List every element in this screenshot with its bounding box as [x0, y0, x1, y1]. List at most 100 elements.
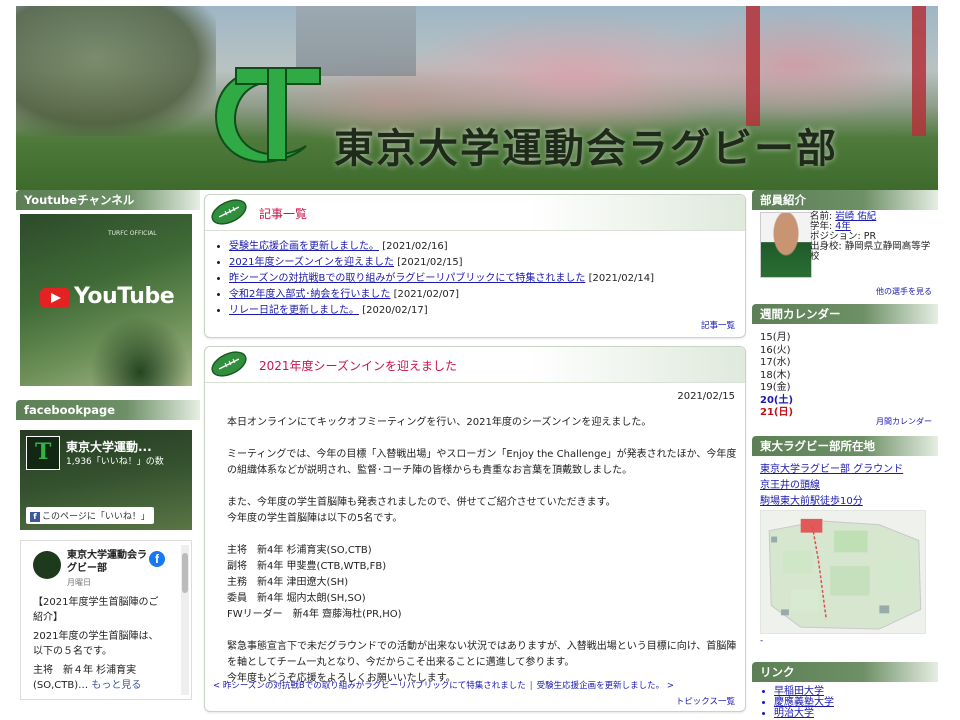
calendar-day[interactable]: 16(火)	[760, 345, 793, 358]
article-paragraph: また、今年度の学生首脳陣も発表されましたので、併せてご紹介させていただきます。今…	[227, 495, 737, 527]
article-paragraph: ミーティングでは、今年の目標「入替戦出場」やスローガン「Enjoy the Ch…	[227, 449, 737, 476]
links-section: リンク 早稲田大学 慶應義塾大学 明治大学	[752, 662, 938, 719]
news-link[interactable]: 受験生応援企画を更新しました。	[229, 241, 379, 252]
news-date: [2021/02/07]	[393, 289, 460, 300]
club-location: 東大ラグビー部所在地 東京大学ラグビー部 グラウンド 京王井の頭線 駒場東大前駅…	[752, 436, 938, 656]
topics-index-link[interactable]: トピックス一覧	[676, 695, 735, 707]
calendar-day[interactable]: 15(月)	[760, 332, 793, 345]
facebook-page-widget[interactable]: 東京大学運動... 1,936「いいね！」の数 fこのページに「いいね！」	[20, 430, 192, 530]
monthly-calendar-link[interactable]: 月間カレンダー	[876, 416, 932, 427]
calendar-day[interactable]: 17(水)	[760, 357, 793, 370]
facebook-post: 東京大学運動会ラグビー部 月曜日 f 【2021年度学生首脳陣のご紹介】 202…	[20, 540, 192, 700]
fb-see-more-link[interactable]: もっと見る	[91, 680, 141, 691]
news-card-header: 記事一覧	[205, 195, 745, 231]
article-text: 緊急事態宣言下で未だグラウンドでの活動が出来ない状況ではありますが、入替戦出場と…	[227, 641, 737, 668]
facebook-heading: facebookpage	[16, 400, 200, 420]
player-school: 出身校: 静岡県立静岡高等学校	[810, 241, 931, 262]
news-list-card: 記事一覧 受験生応援企画を更新しました。 [2021/02/16] 2021年度…	[204, 194, 746, 338]
nav-separator: |	[529, 681, 533, 691]
news-index-link[interactable]: 記事一覧	[701, 319, 735, 331]
news-date: [2021/02/15]	[397, 257, 463, 268]
fb-post-scrollbar[interactable]	[181, 545, 189, 695]
next-article-link[interactable]: 受験生応援企画を更新しました。 >	[537, 681, 674, 691]
list-item: リレー日記を更新しました。 [2020/02/17]	[229, 303, 654, 319]
article-body: 本日オンラインにてキックオフミーティングを行い、2021年度のシーズンインを迎え…	[227, 415, 737, 703]
youtube-channel-thumbnail[interactable]: TURFC OFFICIAL YouTube	[20, 214, 192, 386]
fb-post-body: 【2021年度学生首脳陣のご紹介】 2021年度の学生首脳陣は、以下の５名です。…	[33, 595, 163, 697]
roster-line: FWリーダー 新4年 齋藤海杜(PR,HO)	[227, 609, 402, 620]
profile-heading: 部員紹介	[752, 190, 938, 210]
player-info: 名前: 岩崎 佑紀 学年: 4年 ポジション: PR 出身校: 静岡県立静岡高等…	[810, 212, 932, 262]
left-sidebar: Youtubeチャンネル TURFC OFFICIAL YouTube face…	[16, 190, 200, 700]
roster-line: 委員 新4年 堀内太朗(SH,SO)	[227, 593, 366, 604]
calendar-day-saturday[interactable]: 20(土)	[760, 395, 793, 408]
location-station[interactable]: 駒場東大前駅徒歩10分	[760, 494, 903, 510]
fb-like-label: このページに「いいね！」	[42, 512, 150, 522]
news-link[interactable]: リレー日記を更新しました。	[229, 305, 359, 316]
prev-article-link[interactable]: < 昨シーズンの対抗戦Bでの取り組みがラグビーリパブリックにて特集されました	[213, 681, 526, 691]
article-paragraph: 本日オンラインにてキックオフミーティングを行い、2021年度のシーズンインを迎え…	[227, 417, 652, 428]
location-train-line[interactable]: 京王井の頭線	[760, 478, 903, 494]
location-heading: 東大ラグビー部所在地	[752, 436, 938, 456]
player-photo[interactable]	[760, 212, 812, 278]
calendar-days: 15(月) 16(火) 17(水) 18(木) 19(金) 20(土) 21(日…	[760, 332, 793, 420]
rugby-post	[746, 6, 760, 126]
fb-post-page-name[interactable]: 東京大学運動会ラグビー部	[67, 549, 147, 575]
article-card: 2021年度シーズンインを迎えました 2021/02/15 本日オンラインにてキ…	[204, 346, 746, 712]
list-item: 受験生応援企画を更新しました。 [2021/02/16]	[229, 239, 654, 255]
banner-trees	[16, 6, 216, 136]
fb-page-logo-icon	[26, 436, 60, 470]
article-title: 2021年度シーズンインを迎えました	[259, 359, 457, 373]
article-card-header: 2021年度シーズンインを迎えました	[205, 347, 745, 383]
other-players-link[interactable]: 他の選手を見る	[876, 286, 932, 297]
list-item[interactable]: 慶應義塾大学	[774, 697, 938, 708]
links-list: 早稲田大学 慶應義塾大学 明治大学	[752, 682, 938, 719]
list-item[interactable]: 早稲田大学	[774, 686, 938, 697]
right-sidebar: 部員紹介 名前: 岩崎 佑紀 学年: 4年 ポジション: PR 出身校: 静岡県…	[752, 190, 938, 720]
list-item[interactable]: 明治大学	[774, 708, 938, 719]
fb-page-name[interactable]: 東京大学運動...	[66, 438, 152, 455]
news-date: [2021/02/16]	[382, 241, 448, 252]
article-pagination: < 昨シーズンの対抗戦Bでの取り組みがラグビーリパブリックにて特集されました | 受…	[213, 679, 674, 691]
campus-map[interactable]	[760, 510, 926, 634]
fb-like-count: 1,936「いいね！」の数	[66, 457, 164, 467]
players-photo	[90, 316, 190, 386]
youtube-play-icon	[40, 288, 70, 308]
news-link[interactable]: 昨シーズンの対抗戦Bでの取り組みがラグビーリパブリックにて特集されました	[229, 273, 585, 284]
facebook-icon[interactable]: f	[149, 551, 165, 567]
youtube-heading: Youtubeチャンネル	[16, 190, 200, 210]
location-dash: -	[760, 636, 764, 646]
calendar-day-sunday[interactable]: 21(日)	[760, 407, 793, 420]
news-list: 受験生応援企画を更新しました。 [2021/02/16] 2021年度シーズンイ…	[229, 239, 654, 319]
list-item: 2021年度シーズンインを迎えました [2021/02/15]	[229, 255, 654, 271]
roster-line: 副将 新4年 甲斐豊(CTB,WTB,FB)	[227, 561, 387, 572]
fb-post-avatar[interactable]	[33, 551, 61, 579]
fb-post-date: 月曜日	[67, 578, 91, 587]
calendar-day[interactable]: 19(金)	[760, 382, 793, 395]
news-link[interactable]: 令和2年度入部式･納会を行いました	[229, 289, 390, 300]
rugby-ball-icon	[211, 351, 247, 377]
location-ground-link[interactable]: 東京大学ラグビー部 グラウンド	[760, 462, 903, 478]
roster: 主将 新4年 杉浦育実(SO,CTB) 副将 新4年 甲斐豊(CTB,WTB,F…	[227, 543, 737, 623]
fb-post-line: 2021年度の学生首脳陣は、以下の５名です。	[33, 631, 159, 657]
weekly-calendar: 週間カレンダー 15(月) 16(火) 17(水) 18(木) 19(金) 20…	[752, 304, 938, 428]
news-title: 記事一覧	[259, 207, 308, 221]
fb-post-line: 【2021年度学生首脳陣のご紹介】	[33, 597, 159, 623]
fb-post-line: 主将 新４年 杉浦育実(SO,CTB)… もっと見る	[33, 663, 163, 693]
list-item: 令和2年度入部式･納会を行いました [2021/02/07]	[229, 287, 654, 303]
list-item: 昨シーズンの対抗戦Bでの取り組みがラグビーリパブリックにて特集されました [20…	[229, 271, 654, 287]
article-text: 今年度の学生首脳陣は以下の5名です。	[227, 513, 403, 524]
rugby-ball-icon	[211, 199, 247, 225]
fb-small-icon: f	[30, 512, 40, 522]
news-date: [2020/02/17]	[362, 305, 428, 316]
calendar-day[interactable]: 18(木)	[760, 370, 793, 383]
site-title: 東京大学運動会ラグビー部	[334, 125, 838, 172]
news-link[interactable]: 2021年度シーズンインを迎えました	[229, 257, 394, 268]
calendar-heading: 週間カレンダー	[752, 304, 938, 324]
location-lines: 東京大学ラグビー部 グラウンド 京王井の頭線 駒場東大前駅徒歩10分	[760, 462, 903, 510]
fb-like-button[interactable]: f このページに「いいね！」	[26, 507, 154, 524]
member-profile: 部員紹介 名前: 岩崎 佑紀 学年: 4年 ポジション: PR 出身校: 静岡県…	[752, 190, 938, 296]
news-date: [2021/02/14]	[588, 273, 655, 284]
article-text: また、今年度の学生首脳陣も発表されましたので、併せてご紹介させていただきます。	[227, 497, 616, 508]
club-logo-icon[interactable]	[206, 54, 326, 174]
